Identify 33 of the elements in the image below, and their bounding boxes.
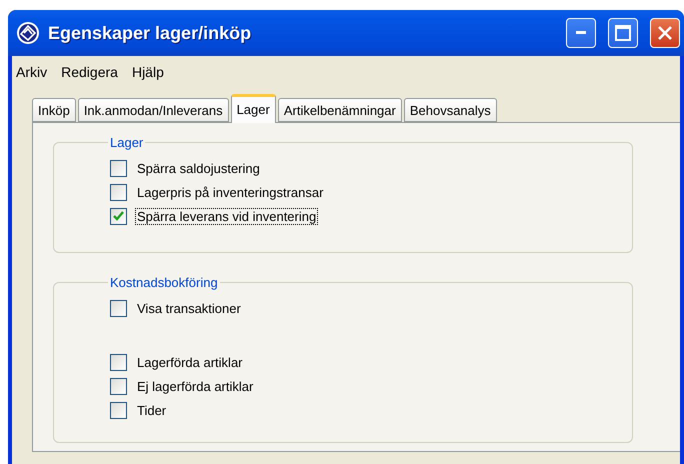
menu-item[interactable]: Redigera [61,64,118,80]
checkbox[interactable] [110,378,127,394]
checkbox-label[interactable]: Spärra leverans vid inventering [135,208,318,224]
tab[interactable]: Artikelbenämningar [278,98,402,122]
menu-item[interactable]: Arkiv [16,64,48,80]
checkbox-label[interactable]: Tider [135,402,168,418]
checkbox[interactable] [110,354,127,370]
group-title: Kostnadsbokföring [109,275,219,290]
tab[interactable]: Inköp [32,98,76,122]
tab[interactable]: Ink.anmodan/Inleverans [78,98,229,122]
menu-item[interactable]: Hjälp [132,64,164,80]
close-icon [657,25,673,41]
tab[interactable]: Lager [230,94,276,123]
checkbox-label[interactable]: Spärra saldojustering [135,160,262,176]
maximize-icon [615,25,631,41]
app-logo-icon [16,21,40,45]
maximize-button[interactable] [608,18,638,48]
group-title: Lager [109,135,144,150]
tab[interactable]: Behovsanalys [404,98,497,122]
minimize-icon [576,31,586,35]
checkbox[interactable] [110,300,127,316]
checkbox[interactable] [110,160,127,176]
checkbox-label[interactable]: Visa transaktioner [135,300,243,316]
minimize-button[interactable] [566,18,596,48]
close-button[interactable] [650,18,680,48]
checkbox-label[interactable]: Lagerpris på inventeringstransar [135,184,326,200]
window-title: Egenskaper lager/inköp [48,22,252,44]
checkbox[interactable] [110,402,127,418]
check-icon [113,211,124,221]
checkbox[interactable] [110,208,127,224]
checkbox-label[interactable]: Lagerförda artiklar [135,354,244,370]
checkbox-label[interactable]: Ej lagerförda artiklar [135,378,256,394]
checkbox[interactable] [110,184,127,200]
